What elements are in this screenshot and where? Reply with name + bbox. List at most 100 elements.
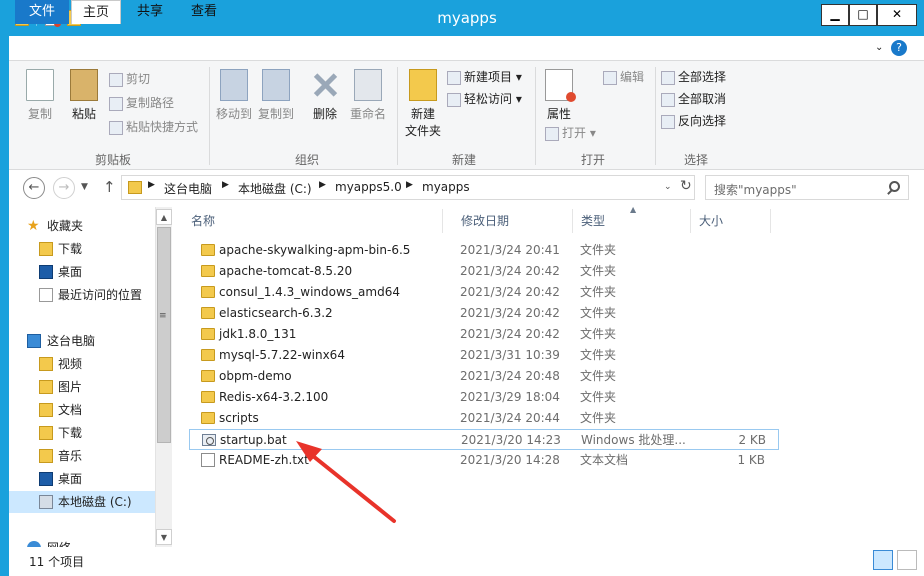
address-dropdown-icon[interactable]: ⌄ (664, 182, 672, 192)
address-bar[interactable]: ▶ 这台电脑 ▶ 本地磁盘 (C:) ▶ myapps5.0 ▶ myapps … (121, 175, 695, 200)
file-row-startup-bat[interactable]: startup.bat 2021/3/20 14:23 Windows 批处理.… (189, 429, 779, 450)
select-none-button[interactable]: 全部取消 (661, 89, 726, 109)
select-all-button[interactable]: 全部选择 (661, 67, 726, 87)
nav-item-recent[interactable]: 最近访问的位置 (9, 284, 155, 306)
file-row[interactable]: mysql-5.7.22-winx64 2021/3/31 10:39 文件夹 (189, 345, 779, 366)
edit-icon (603, 70, 617, 85)
file-type: 文件夹 (580, 285, 617, 299)
paste-button[interactable]: 粘贴 (63, 69, 105, 122)
properties-button[interactable]: 属性 (539, 69, 579, 122)
breadcrumb-this-pc[interactable]: 这台电脑 (164, 180, 212, 197)
copy-path-button[interactable]: 复制路径 (109, 93, 174, 113)
move-to-label: 移动到 (215, 107, 252, 121)
close-button[interactable]: ✕ (877, 4, 917, 26)
file-row[interactable]: obpm-demo 2021/3/24 20:48 文件夹 (189, 366, 779, 387)
nav-item-downloads-2[interactable]: 下载 (9, 422, 155, 444)
scroll-down-icon[interactable]: ▼ (156, 529, 172, 545)
nav-item-pictures[interactable]: 图片 (9, 376, 155, 398)
nav-label: 桌面 (58, 265, 83, 279)
breadcrumb-chevron-icon[interactable]: ▶ (406, 180, 413, 190)
nav-item-network[interactable]: 网络 (9, 537, 155, 547)
nav-item-desktop-2[interactable]: 桌面 (9, 468, 155, 490)
breadcrumb-myapps[interactable]: myapps (422, 180, 470, 194)
paste-label: 粘贴 (71, 107, 96, 121)
file-row[interactable]: Redis-x64-3.2.100 2021/3/29 18:04 文件夹 (189, 387, 779, 408)
search-box[interactable]: 搜索"myapps" (705, 175, 909, 200)
breadcrumb-local-disk[interactable]: 本地磁盘 (C:) (238, 180, 312, 197)
breadcrumb-chevron-icon[interactable]: ▶ (148, 180, 155, 190)
scroll-up-icon[interactable]: ▲ (156, 209, 172, 225)
copy-to-button[interactable]: 复制到 (255, 69, 297, 122)
file-row[interactable]: README-zh.txt 2021/3/20 14:28 文本文档 1 KB (189, 450, 779, 471)
file-date: 2021/3/24 20:42 (460, 264, 560, 278)
folder-icon (201, 370, 215, 382)
tab-share[interactable]: 共享 (125, 0, 175, 24)
file-type: 文件夹 (580, 348, 617, 362)
nav-label: 下载 (58, 242, 83, 256)
recent-locations-dropdown-icon[interactable]: ▼ (81, 182, 88, 192)
nav-item-local-disk[interactable]: 本地磁盘 (C:) (9, 491, 155, 513)
minimize-button[interactable]: ▁ (821, 4, 849, 26)
nav-label: 视频 (58, 357, 83, 371)
nav-item-documents[interactable]: 文档 (9, 399, 155, 421)
move-to-button[interactable]: 移动到 (213, 69, 255, 122)
search-icon[interactable] (889, 181, 900, 192)
batch-file-icon (202, 434, 216, 446)
nav-item-favorites[interactable]: ★ 收藏夹 (9, 215, 155, 237)
invert-selection-label: 反向选择 (678, 114, 727, 128)
tab-file[interactable]: 文件 (15, 0, 69, 24)
file-row[interactable]: jdk1.8.0_131 2021/3/24 20:42 文件夹 (189, 324, 779, 345)
file-name: apache-tomcat-8.5.20 (219, 264, 353, 278)
copy-button[interactable]: 复制 (19, 69, 61, 122)
tab-view[interactable]: 查看 (179, 0, 229, 24)
folder-icon (201, 286, 215, 298)
maximize-button[interactable]: □ (849, 4, 877, 26)
tab-home[interactable]: 主页 (71, 0, 121, 24)
ribbon-collapse-icon[interactable]: ⌄ (875, 42, 883, 53)
nav-pane-scrollbar[interactable]: ▲ ≡ ▼ (155, 207, 172, 547)
column-header-name[interactable]: 名称 (183, 209, 443, 233)
nav-item-downloads[interactable]: 下载 (9, 238, 155, 260)
file-row[interactable]: elasticsearch-6.3.2 2021/3/24 20:42 文件夹 (189, 303, 779, 324)
scrollbar-thumb[interactable] (157, 227, 171, 443)
column-header-size[interactable]: 大小 (691, 209, 771, 233)
invert-selection-button[interactable]: 反向选择 (661, 111, 726, 131)
column-header-type[interactable]: 类型 (573, 209, 691, 233)
select-none-icon (661, 92, 675, 107)
column-header-date[interactable]: 修改日期 (453, 209, 573, 233)
large-icons-view-icon[interactable] (897, 550, 917, 570)
easy-access-label: 轻松访问 (464, 92, 513, 106)
file-row[interactable]: apache-skywalking-apm-bin-6.5 2021/3/24 … (189, 240, 779, 261)
folder-icon (39, 403, 53, 417)
file-row[interactable]: consul_1.4.3_windows_amd64 2021/3/24 20:… (189, 282, 779, 303)
up-arrow-icon[interactable]: ↑ (103, 178, 116, 196)
new-item-button[interactable]: 新建项目 ▾ (447, 67, 522, 87)
nav-item-this-pc[interactable]: 这台电脑 (9, 330, 155, 352)
nav-item-videos[interactable]: 视频 (9, 353, 155, 375)
rename-button[interactable]: 重命名 (347, 69, 389, 122)
easy-access-button[interactable]: 轻松访问 ▾ (447, 89, 522, 109)
refresh-icon[interactable]: ↻ (680, 178, 692, 194)
drive-icon (39, 495, 53, 509)
help-icon[interactable]: ? (891, 40, 907, 56)
cut-button[interactable]: 剪切 (109, 69, 150, 89)
open-button[interactable]: 打开 ▾ (545, 123, 596, 143)
back-arrow-icon[interactable]: ← (23, 177, 45, 199)
breadcrumb-myapps5[interactable]: myapps5.0 (335, 180, 402, 194)
folder-icon (201, 328, 215, 340)
new-folder-button[interactable]: 新建 文件夹 (401, 69, 445, 139)
nav-item-desktop[interactable]: 桌面 (9, 261, 155, 283)
nav-item-music[interactable]: 音乐 (9, 445, 155, 467)
details-view-icon[interactable] (873, 550, 893, 570)
breadcrumb-chevron-icon[interactable]: ▶ (222, 180, 229, 190)
file-date: 2021/3/24 20:41 (460, 243, 560, 257)
file-row[interactable]: scripts 2021/3/24 20:44 文件夹 (189, 408, 779, 429)
edit-button[interactable]: 编辑 (603, 67, 644, 87)
paste-shortcut-button[interactable]: 粘贴快捷方式 (109, 117, 198, 137)
copy-to-label: 复制到 (257, 107, 294, 121)
breadcrumb-chevron-icon[interactable]: ▶ (319, 180, 326, 190)
forward-arrow-icon[interactable]: → (53, 177, 75, 199)
delete-button[interactable]: 删除 (305, 69, 345, 122)
folder-icon (201, 349, 215, 361)
file-row[interactable]: apache-tomcat-8.5.20 2021/3/24 20:42 文件夹 (189, 261, 779, 282)
